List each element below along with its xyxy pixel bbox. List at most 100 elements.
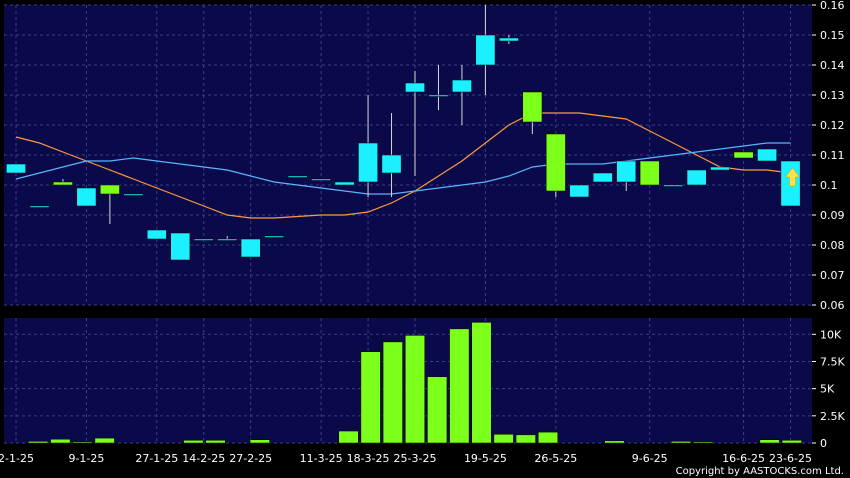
- candle-body: [663, 184, 684, 187]
- x-tick-label: 27-1-25: [135, 452, 178, 465]
- candle: [170, 232, 191, 261]
- price-tick-label: 0.06: [820, 299, 845, 312]
- x-tick-label: 16-6-25: [722, 452, 765, 465]
- x-tick-label: 26-5-25: [534, 452, 577, 465]
- volume-bar: [781, 440, 802, 444]
- price-tick-label: 0.07: [820, 269, 845, 282]
- candle: [569, 184, 590, 198]
- volume-bar: [28, 441, 49, 444]
- volume-bar: [493, 434, 514, 444]
- volume-tick-label: 10K: [820, 328, 842, 341]
- candle-body: [76, 187, 97, 207]
- volume-bar: [338, 430, 359, 444]
- candle: [757, 148, 777, 162]
- candle-body: [170, 232, 191, 261]
- candle: [663, 184, 684, 187]
- candle-body: [287, 175, 308, 178]
- candle: [592, 172, 613, 183]
- volume-bar: [471, 322, 492, 444]
- volume-bar: [94, 437, 115, 444]
- candle-body: [545, 133, 566, 192]
- price-tick-label: 0.14: [820, 59, 845, 72]
- candle: [29, 205, 50, 208]
- candle-body: [757, 148, 777, 162]
- price-tick-label: 0.09: [820, 209, 845, 222]
- volume-bar: [537, 431, 559, 444]
- candle-body: [686, 169, 707, 186]
- x-tick-label: 19-5-25: [464, 452, 507, 465]
- x-tick-label: 11-3-25: [300, 452, 343, 465]
- candle: [733, 151, 754, 159]
- volume-bar: [382, 341, 403, 444]
- candle: [686, 169, 707, 186]
- candle: [334, 181, 355, 186]
- volume-bar: [427, 376, 448, 444]
- candle-body: [475, 34, 496, 66]
- volume-tick-label: 0: [820, 437, 827, 450]
- candle: [710, 166, 730, 171]
- candle-body: [311, 178, 331, 181]
- candle-body: [405, 82, 425, 93]
- volume-bar: [759, 439, 780, 444]
- candle-body: [499, 37, 519, 42]
- candle: [146, 229, 167, 240]
- volume-bar: [404, 335, 426, 444]
- candle-body: [29, 205, 50, 208]
- volume-bar: [50, 438, 71, 444]
- volume-bar: [72, 441, 93, 444]
- x-tick-label: 27-2-25: [229, 452, 272, 465]
- candle-body: [217, 238, 238, 241]
- x-tick-label: 2-1-25: [0, 452, 34, 465]
- candle: [287, 175, 308, 178]
- x-tick-label: 25-3-25: [394, 452, 437, 465]
- volume-tick-label: 5K: [820, 383, 835, 396]
- candle: [639, 160, 660, 186]
- price-tick-label: 0.15: [820, 29, 845, 42]
- price-tick-label: 0.11: [820, 149, 845, 162]
- volume-bar: [183, 440, 204, 444]
- candle-body: [710, 166, 730, 171]
- x-tick-label: 9-6-25: [632, 452, 668, 465]
- candle-body: [6, 163, 26, 174]
- candle-body: [264, 235, 285, 238]
- x-tick-label: 18-3-25: [347, 452, 390, 465]
- candle-body: [569, 184, 590, 198]
- price-tick-label: 0.1: [820, 179, 838, 192]
- price-tick-label: 0.12: [820, 119, 845, 132]
- volume-bar: [515, 434, 536, 444]
- candle: [264, 235, 285, 238]
- volume-tick-label: 2.5K: [820, 410, 845, 423]
- price-tick-label: 0.08: [820, 239, 845, 252]
- x-tick-label: 14-2-25: [182, 452, 225, 465]
- candle: [240, 238, 261, 258]
- candle-body: [592, 172, 613, 183]
- candle: [545, 133, 566, 197]
- candle-body: [123, 193, 144, 196]
- candle: [76, 187, 97, 207]
- price-tick-label: 0.13: [820, 89, 845, 102]
- candle: [123, 193, 144, 196]
- candle-body: [100, 184, 120, 195]
- volume-bar: [360, 351, 381, 444]
- candle-body: [334, 181, 355, 186]
- candle-body: [616, 160, 637, 183]
- candle-body: [733, 151, 754, 159]
- x-tick-label: 9-1-25: [68, 452, 104, 465]
- volume-bar: [249, 439, 270, 444]
- volume-bar: [693, 441, 714, 444]
- candle-body: [381, 154, 402, 174]
- stock-chart: 0.06 0.07 0.08 0.09 0.1 0.11 0.12 0.13 0.14 0.15 0…: [0, 0, 845, 465]
- x-tick-label: 23-6-25: [769, 452, 812, 465]
- candle: [6, 163, 26, 174]
- candle-body: [53, 181, 73, 186]
- candle: [193, 238, 214, 241]
- copyright: Copyright by AASTOCKS.com Ltd.: [675, 466, 844, 477]
- volume-bar: [205, 440, 226, 444]
- candle-body: [639, 160, 660, 186]
- candle-body: [522, 91, 543, 123]
- volume-bar: [604, 440, 625, 444]
- volume-bar: [670, 441, 692, 444]
- candle-body: [358, 142, 378, 183]
- candle: [311, 178, 331, 181]
- candle-body: [146, 229, 167, 240]
